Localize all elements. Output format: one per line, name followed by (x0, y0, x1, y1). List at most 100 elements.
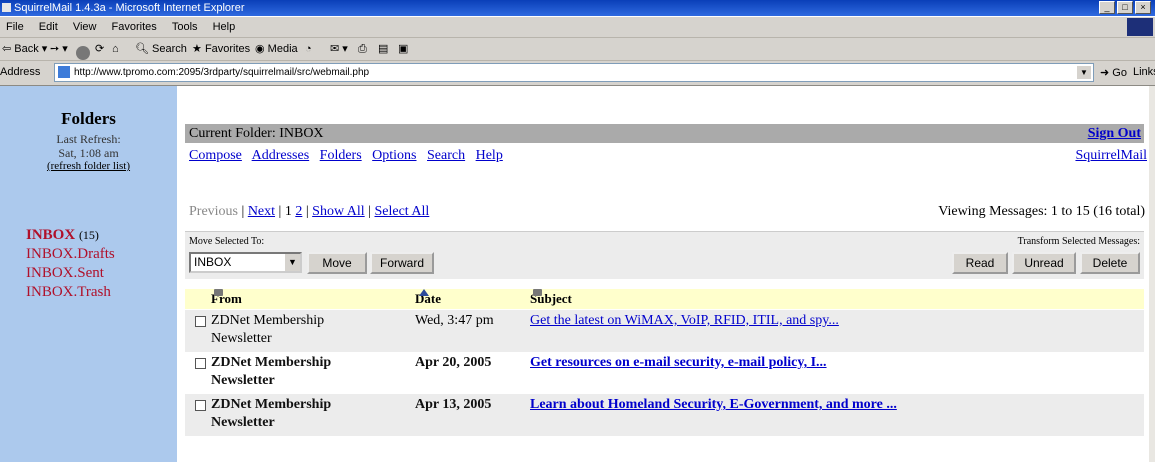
address-label: Address (0, 66, 41, 78)
home-icon[interactable]: ⌂ (112, 38, 119, 60)
message-subject-link[interactable]: Get resources on e-mail security, e-mail… (530, 354, 827, 372)
sign-out-link[interactable]: Sign Out (1088, 124, 1141, 143)
go-label: Go (1112, 67, 1127, 79)
current-folder-label: Current Folder: INBOX (189, 126, 324, 141)
message-subject-link[interactable]: Get the latest on WiMAX, VoIP, RFID, ITI… (530, 312, 839, 330)
favorites-icon: ★ (192, 43, 202, 55)
current-folder-bar: Current Folder: INBOX Sign Out (185, 124, 1144, 143)
print-icon[interactable]: ⎙ (358, 38, 367, 60)
mail-icon[interactable]: ✉ ▾ (330, 38, 348, 60)
history-icon[interactable]: ◔ (305, 38, 312, 60)
forward-button[interactable]: ➙ ▾ (50, 38, 68, 60)
favorites-label: Favorites (204, 43, 251, 55)
browser-toolbar: ⇦ Back ▾ ➙ ▾ ⟳ ⌂ 🔍︎ Search ★ Favorites ◉… (0, 38, 1155, 61)
last-refresh-value: Sat, 1:08 am (58, 146, 119, 160)
move-target-value: INBOX (194, 255, 232, 269)
search-icon: 🔍︎ (135, 43, 149, 55)
message-subject-link[interactable]: Learn about Homeland Security, E-Governm… (530, 396, 897, 414)
folder-inbox-name: INBOX (26, 227, 76, 243)
address-bar: Address http://www.tpromo.com:2095/3rdpa… (0, 61, 1155, 86)
nav-help[interactable]: Help (476, 148, 503, 163)
transform-selected-label: Transform Selected Messages: (1017, 236, 1140, 247)
table-row[interactable]: ZDNet Membership Newsletter Wed, 3:47 pm … (185, 310, 1144, 352)
window-title: SquirrelMail 1.4.3a - Microsoft Internet… (14, 2, 245, 14)
menu-tools[interactable]: Tools (172, 21, 198, 33)
message-from: ZDNet Membership Newsletter (211, 313, 325, 346)
folder-trash[interactable]: INBOX.Trash (26, 284, 111, 301)
back-label: Back (14, 43, 39, 55)
menu-file[interactable]: File (6, 21, 24, 33)
discuss-icon[interactable]: ▣ (398, 38, 408, 60)
message-actions-box: Move Selected To: Transform Selected Mes… (185, 231, 1144, 279)
folder-inbox-count: (15) (78, 228, 99, 242)
previous-link: Previous (189, 204, 238, 219)
refresh-icon[interactable]: ⟳ (95, 38, 104, 60)
show-all-link[interactable]: Show All (312, 204, 365, 219)
search-button[interactable]: 🔍︎ Search (135, 38, 187, 60)
move-selected-label: Move Selected To: (189, 236, 265, 247)
message-date: Wed, 3:47 pm (415, 313, 494, 328)
address-dropdown-icon[interactable]: ▼ (1077, 66, 1091, 79)
message-checkbox[interactable] (195, 316, 206, 327)
maximize-icon[interactable]: □ (1117, 1, 1133, 14)
table-row[interactable]: ZDNet Membership Newsletter Apr 20, 2005 … (185, 352, 1144, 394)
main-nav: Compose Addresses Folders Options Search… (189, 148, 510, 164)
sort-icon[interactable] (533, 289, 542, 296)
message-checkbox[interactable] (195, 358, 206, 369)
menu-edit[interactable]: Edit (39, 21, 58, 33)
message-date: Apr 13, 2005 (415, 397, 492, 412)
go-button[interactable]: ➜ Go (1100, 66, 1127, 79)
last-refresh-label: Last Refresh: (56, 132, 121, 146)
menu-favorites[interactable]: Favorites (112, 21, 157, 33)
address-input[interactable]: http://www.tpromo.com:2095/3rdparty/squi… (54, 63, 1094, 82)
close-icon[interactable]: × (1135, 1, 1151, 14)
folder-drafts[interactable]: INBOX.Drafts (26, 246, 115, 263)
page-2-link[interactable]: 2 (295, 204, 302, 219)
media-label: Media (267, 43, 298, 55)
folder-sent[interactable]: INBOX.Sent (26, 265, 104, 282)
folder-pane: Folders Last Refresh: Sat, 1:08 am (refr… (0, 86, 177, 462)
message-pane: Current Folder: INBOX Sign Out Compose A… (177, 86, 1149, 462)
sort-ascending-icon[interactable] (419, 289, 429, 296)
table-row[interactable]: ZDNet Membership Newsletter Apr 13, 2005 … (185, 394, 1144, 436)
address-url: http://www.tpromo.com:2095/3rdparty/squi… (74, 67, 370, 78)
next-link[interactable]: Next (248, 204, 275, 219)
unread-button[interactable]: Unread (1012, 252, 1076, 274)
refresh-folder-list-link[interactable]: (refresh folder list) (0, 160, 177, 172)
menu-bar: File Edit View Favorites Tools Help (0, 17, 1155, 38)
delete-button[interactable]: Delete (1080, 252, 1140, 274)
nav-addresses[interactable]: Addresses (252, 148, 310, 163)
nav-folders[interactable]: Folders (320, 148, 362, 163)
page-icon (58, 66, 70, 78)
nav-compose[interactable]: Compose (189, 148, 242, 163)
links-button[interactable]: Links (1133, 66, 1155, 78)
page-content: Folders Last Refresh: Sat, 1:08 am (refr… (0, 86, 1155, 462)
nav-search[interactable]: Search (427, 148, 465, 163)
back-button[interactable]: ⇦ Back ▾ (2, 38, 47, 60)
squirrelmail-link[interactable]: SquirrelMail (1075, 148, 1147, 164)
ie-icon (2, 3, 11, 12)
message-from: ZDNet Membership Newsletter (211, 397, 332, 430)
edit-icon[interactable]: ▤ (378, 38, 388, 60)
menu-view[interactable]: View (73, 21, 97, 33)
minimize-icon[interactable]: _ (1099, 1, 1115, 14)
move-target-select[interactable]: INBOX ▼ (189, 252, 302, 273)
favorites-button[interactable]: ★ Favorites (192, 38, 250, 60)
windows-logo-icon (1127, 18, 1153, 36)
message-from: ZDNet Membership Newsletter (211, 355, 332, 388)
move-button[interactable]: Move (307, 252, 367, 274)
read-button[interactable]: Read (952, 252, 1008, 274)
folder-inbox[interactable]: INBOX (15) (26, 227, 99, 244)
chevron-down-icon[interactable]: ▼ (285, 254, 300, 271)
pager: Previous | Next | 1 2 | Show All | Selec… (189, 204, 430, 219)
menu-help[interactable]: Help (213, 21, 236, 33)
forward-message-button[interactable]: Forward (370, 252, 434, 274)
media-button[interactable]: ◉ Media (255, 38, 298, 60)
select-all-link[interactable]: Select All (374, 204, 429, 219)
nav-options[interactable]: Options (372, 148, 416, 163)
page-1: 1 (284, 204, 292, 219)
message-checkbox[interactable] (195, 400, 206, 411)
search-label: Search (152, 43, 187, 55)
sort-icon[interactable] (214, 289, 223, 296)
message-list-header: From Date Subject (185, 289, 1144, 309)
